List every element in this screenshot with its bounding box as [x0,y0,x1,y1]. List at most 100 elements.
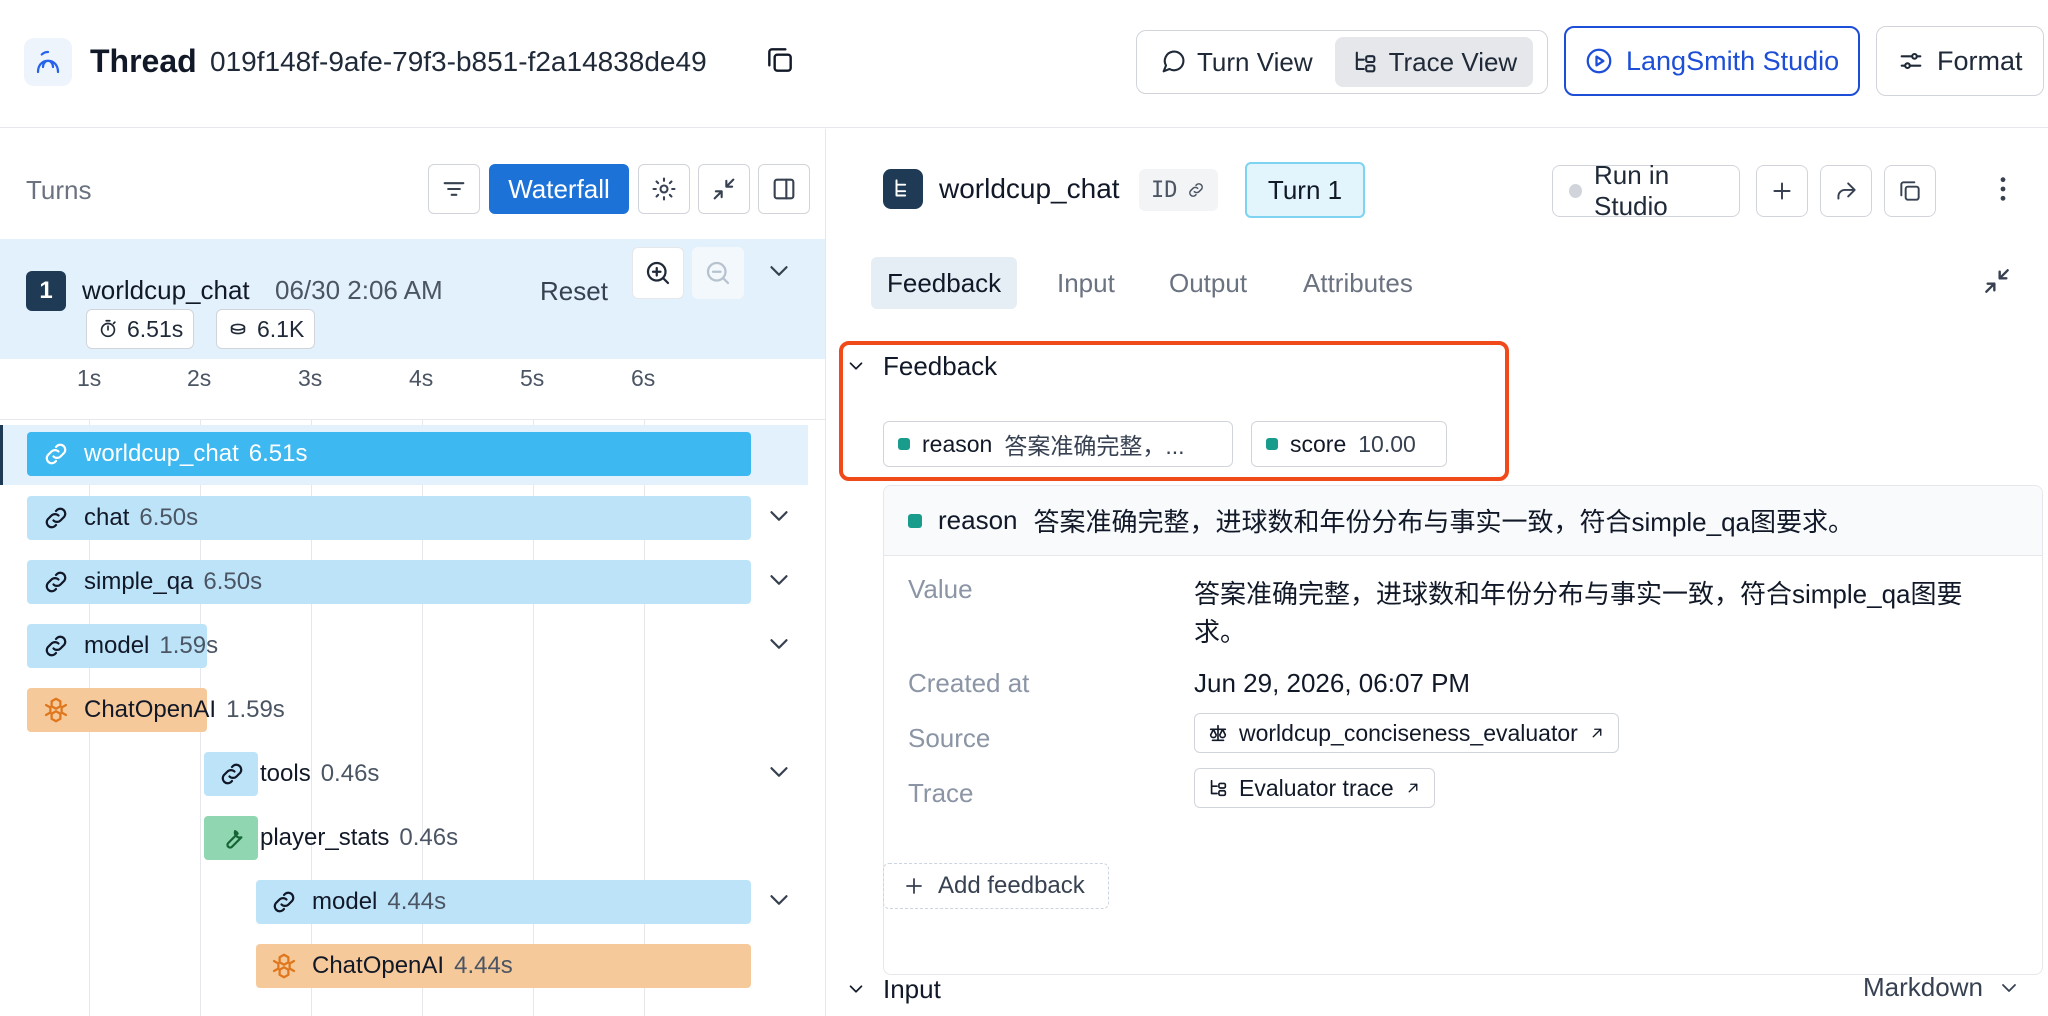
span-row-chatopenai[interactable]: ChatOpenAI 1.59s [38,688,285,732]
zoom-out-icon [706,261,730,285]
copy-id-button[interactable]: ID [1139,169,1218,211]
copy-icon[interactable] [764,44,800,80]
chevron-down-icon [849,985,863,993]
chevron-down-icon[interactable] [764,501,798,535]
panel-toggle-button[interactable] [758,164,810,214]
openai-icon [266,948,302,984]
turns-panel: Turns Waterfall 1 worldcup_chat 06/30 2:… [0,129,826,1016]
zoom-out-button[interactable] [692,247,744,299]
feedback-section-toggle[interactable]: Feedback [845,346,997,386]
chevron-down-icon[interactable] [764,629,798,663]
turn-name: worldcup_chat [82,275,250,305]
collapse-arrows-icon[interactable] [1981,265,2017,301]
turn-duration: 6.51s [127,315,184,342]
chip-value: 10.00 [1358,430,1416,457]
feedback-chip-score[interactable]: score 10.00 [1251,421,1447,467]
value-text-line2: 求。 [1194,617,1247,647]
span-name: ChatOpenAI [312,952,445,979]
turn-tokens: 6.1K [257,315,305,342]
link-icon [266,884,302,920]
turn-view-button[interactable]: Turn View [1143,37,1329,87]
collapse-arrows-icon [713,178,735,200]
span-duration: 0.46s [320,760,380,787]
value-label: Value [908,574,973,604]
tab-output[interactable]: Output [1153,257,1263,309]
source-label: Source [908,723,991,753]
link-icon [38,564,74,600]
run-in-studio-button[interactable]: Run in Studio [1552,160,1740,221]
format-select[interactable]: Markdown [1863,972,2021,1003]
turn-badge[interactable]: Turn 1 [1245,162,1365,218]
span-name: chat [84,504,130,531]
span-row-chatopenai-2[interactable]: ChatOpenAI 4.44s [266,944,513,988]
chevron-down-icon[interactable] [764,885,798,919]
axis-tick-2s: 2s [187,365,212,391]
span-duration: 6.50s [203,568,263,595]
link-icon [1188,183,1203,197]
thread-icon [24,38,72,86]
sliders-icon [1900,52,1922,70]
span-row-model[interactable]: model 1.59s [38,624,218,668]
span-row-model-2[interactable]: model 4.44s [266,880,446,924]
settings-button[interactable] [638,164,690,214]
span-row-player-stats[interactable]: player_stats 0.46s [214,816,458,860]
format-button[interactable]: Format [1876,26,2044,96]
run-in-studio-label: Run in Studio [1594,160,1670,221]
turn-date: 06/30 2:06 AM [275,275,443,305]
plus-icon [1773,182,1791,200]
span-duration: 1.59s [226,696,285,723]
langsmith-studio-button[interactable]: LangSmith Studio [1564,26,1860,96]
filter-button[interactable] [428,164,480,214]
span-duration: 6.51s [248,440,308,467]
span-row-worldcup-chat[interactable]: worldcup_chat 6.51s [38,432,307,476]
span-row-chat[interactable]: chat 6.50s [38,496,198,540]
copy-icon [1900,181,1920,201]
value-text-line1: 答案准确完整，进球数和年份分布与事实一致，符合simple_qa图要 [1194,579,1963,609]
input-section-toggle[interactable]: Input [845,969,941,1009]
copy-button[interactable] [1884,165,1936,217]
tab-attributes[interactable]: Attributes [1287,257,1429,309]
external-link-icon [1592,728,1602,738]
trace-value: Evaluator trace [1239,774,1394,801]
chevron-down-icon[interactable] [764,565,798,599]
collapse-button[interactable] [698,164,750,214]
chip-value: 答案准确完整，... [1004,433,1185,459]
reset-button[interactable]: Reset [540,276,608,307]
view-switcher: Turn View Trace View [1136,30,1548,94]
add-button[interactable] [1756,165,1808,217]
add-feedback-button[interactable]: Add feedback [883,863,1109,909]
span-name: simple_qa [84,568,194,595]
span-duration: 1.59s [159,632,219,659]
span-duration: 6.50s [139,504,199,531]
wrench-icon [214,820,250,856]
chevron-down-icon[interactable] [764,256,798,290]
chevron-down-icon[interactable] [764,757,798,791]
tree-icon [1210,779,1227,797]
span-row-simple-qa[interactable]: simple_qa 6.50s [38,560,262,604]
waterfall-button[interactable]: Waterfall [489,164,629,214]
span-row-tools[interactable]: tools 0.46s [214,752,379,796]
share-button[interactable] [1820,165,1872,217]
tab-feedback[interactable]: Feedback [871,257,1018,309]
zoom-in-button[interactable] [632,247,684,299]
thread-id: 019f148f-9afe-79f3-b851-f2a14838de49 [210,46,707,77]
axis-tick-1s: 1s [77,365,102,391]
tree-icon [1355,51,1375,73]
link-icon [38,436,74,472]
source-link[interactable]: worldcup_conciseness_evaluator [1194,713,1619,753]
gear-icon [652,177,676,201]
span-duration: 0.46s [399,824,459,851]
tab-input[interactable]: Input [1041,257,1131,309]
feedback-chip-reason[interactable]: reason 答案准确完整，... [883,421,1233,467]
evaluator-trace-link[interactable]: Evaluator trace [1194,768,1435,808]
page-title: Thread [90,43,197,79]
detail-key: reason [938,505,1018,535]
trace-view-button[interactable]: Trace View [1334,37,1534,87]
play-circle-icon [1586,48,1612,74]
more-options-icon[interactable] [1987,173,2023,209]
feedback-detail-header: reason 答案准确完整，进球数和年份分布与事实一致，符合simple_qa图… [884,486,2042,556]
span-duration: 4.44s [387,888,447,915]
top-header: Thread 019f148f-9afe-79f3-b851-f2a14838d… [0,0,2048,128]
id-label: ID [1151,177,1178,203]
span-name: tools [260,760,311,787]
